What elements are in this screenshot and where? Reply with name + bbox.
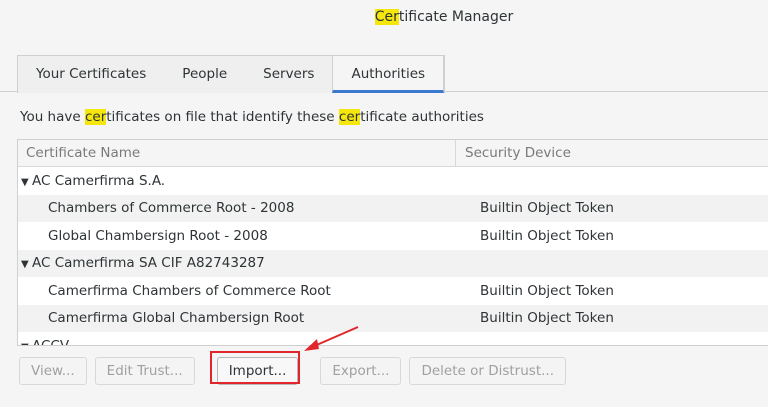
annotation-arrow [304, 326, 359, 351]
